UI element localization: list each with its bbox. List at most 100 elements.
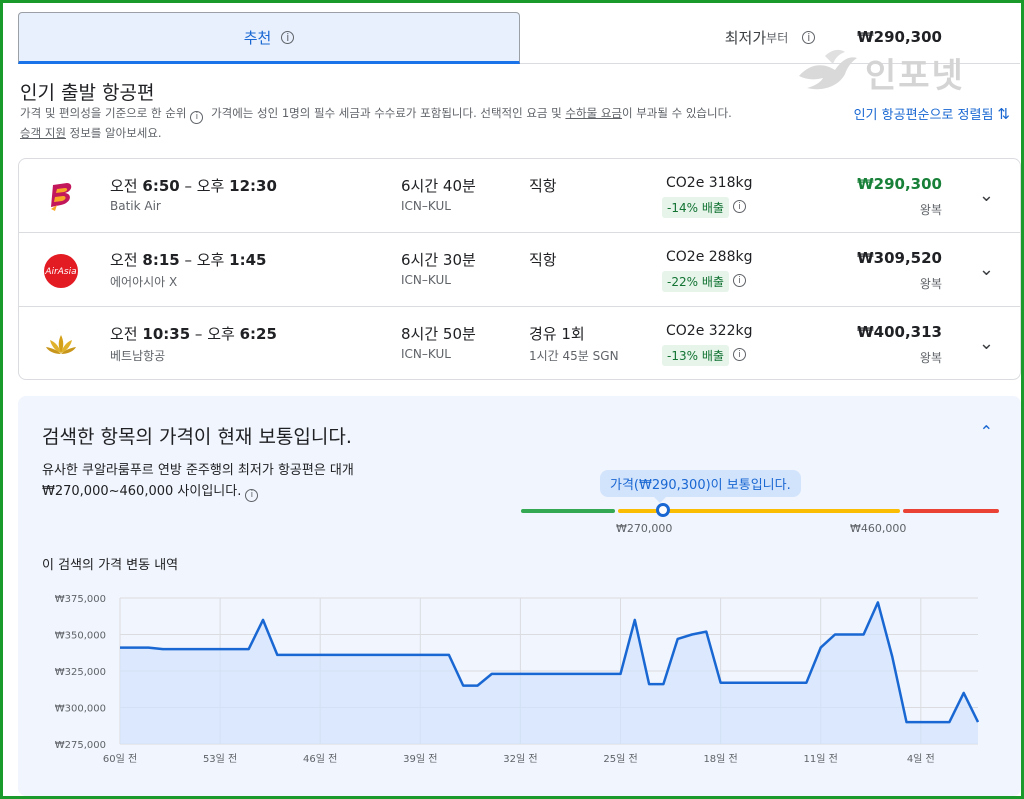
- price-level-bubble: 가격(₩290,300)이 보통입니다.: [600, 470, 801, 503]
- x-tick-label: 25일 전: [603, 753, 637, 765]
- watermark-text: 인포넷: [865, 55, 965, 96]
- am-label: 오전: [110, 177, 138, 195]
- co2-emission: CO2e 322kg: [666, 323, 753, 339]
- desc-text: 가격 및 편의성을 기준으로 한 순위: [20, 106, 187, 120]
- info-icon[interactable]: i: [733, 274, 746, 287]
- time-separator: –: [179, 177, 197, 195]
- y-tick-label: ₩325,000: [55, 667, 106, 678]
- stop-detail: 1시간 45분 SGN: [529, 349, 619, 363]
- svg-text:AirAsia: AirAsia: [44, 267, 76, 277]
- flight-row[interactable]: 오전 6:50 – 오후 12:30 Batik Air 6시간 40분 ICN…: [19, 159, 1020, 233]
- y-tick-label: ₩275,000: [55, 740, 106, 751]
- price-range-low-bar: [521, 509, 615, 513]
- range-high-label: ₩460,000: [850, 522, 907, 535]
- desc-text: 정보를 알아보세요.: [69, 126, 162, 140]
- current-price-marker: [656, 503, 670, 517]
- chevron-down-icon[interactable]: ⌄: [979, 259, 994, 280]
- flight-route: ICN–KUL: [401, 273, 451, 287]
- watermark-logo: 인포넷: [795, 46, 965, 98]
- info-icon[interactable]: i: [733, 348, 746, 361]
- tab-recommended[interactable]: 추천 i: [18, 12, 520, 64]
- x-tick-label: 32일 전: [503, 753, 537, 765]
- price-history-chart: ₩375,000 ₩350,000 ₩325,000 ₩300,000 ₩275,000…: [55, 594, 980, 765]
- y-tick-label: ₩375,000: [55, 594, 106, 605]
- chevron-down-icon[interactable]: ⌄: [979, 333, 994, 354]
- y-tick-label: ₩350,000: [55, 631, 106, 642]
- airasia-logo-icon: AirAsia: [44, 254, 78, 288]
- flight-time: 오전 8:15 – 오후 1:45: [110, 249, 266, 270]
- tab-cheapest-price: ₩290,300: [857, 28, 942, 46]
- price-history-title: 이 검색의 가격 변동 내역: [42, 558, 179, 573]
- co2-emission: CO2e 288kg: [666, 249, 753, 265]
- info-icon[interactable]: i: [190, 111, 204, 124]
- am-label: 오전: [110, 325, 138, 343]
- trip-type: 왕복: [919, 203, 942, 217]
- chevron-down-icon[interactable]: ⌄: [979, 185, 994, 206]
- airline-name: 에어아시아 X: [110, 275, 178, 289]
- baggage-fee-link[interactable]: 수하물 요금: [565, 106, 622, 120]
- arrival-time: 6:25: [239, 325, 277, 343]
- info-icon[interactable]: i: [802, 31, 816, 44]
- flight-row[interactable]: AirAsia 오전 8:15 – 오후 1:45 에어아시아 X 6시간 30…: [19, 233, 1020, 307]
- desc-text: 이 부과될 수 있습니다.: [621, 106, 732, 120]
- x-tick-label: 11일 전: [804, 753, 838, 765]
- price-insight-panel: 검색한 항목의 가격이 현재 보통입니다. ⌃ 유사한 쿠알라룸푸르 연방 준주…: [18, 396, 1021, 796]
- desc-text: 가격에는 성인 1명의 필수 세금과 수수료가 포함됩니다. 선택적인 요금 및: [211, 106, 562, 120]
- tab-cheapest-suffix: 부터: [766, 31, 789, 45]
- flight-row[interactable]: 오전 10:35 – 오후 6:25 베트남항공 8시간 50분 ICN–KUL…: [19, 307, 1020, 381]
- emission-badge: -13% 배출: [662, 345, 729, 366]
- vietnam-airlines-logo-icon: [46, 335, 76, 354]
- flight-route: ICN–KUL: [401, 347, 451, 361]
- y-tick-label: ₩300,000: [55, 704, 106, 715]
- pm-label: 오후: [207, 325, 235, 343]
- bird-watermark-icon: [799, 49, 857, 90]
- flight-price: ₩309,520: [857, 249, 942, 267]
- info-icon[interactable]: i: [245, 489, 259, 502]
- flight-duration: 8시간 50분: [401, 325, 476, 343]
- x-tick-label: 39일 전: [403, 753, 437, 765]
- flight-price: ₩400,313: [857, 323, 942, 341]
- airline-name: 베트남항공: [110, 349, 166, 363]
- tab-cheapest-label: 최저가: [724, 29, 767, 47]
- airline-name: Batik Air: [110, 199, 161, 213]
- tab-recommended-label: 추천: [243, 28, 272, 47]
- batik-air-logo-icon: [51, 183, 72, 211]
- emission-badge: -22% 배출: [662, 271, 729, 292]
- insight-desc-line: 유사한 쿠알라룸푸르 연방 준주행의 최저가 항공편은 대개: [42, 463, 354, 478]
- sort-button[interactable]: 인기 항공편순으로 정렬됨 ⇅: [853, 104, 1010, 124]
- pm-label: 오후: [196, 251, 225, 269]
- departure-time: 10:35: [142, 325, 191, 343]
- info-icon[interactable]: i: [733, 200, 746, 213]
- departure-time: 8:15: [142, 251, 180, 269]
- flight-stops: 직항: [529, 251, 557, 269]
- x-tick-label: 46일 전: [303, 753, 337, 765]
- x-tick-label: 60일 전: [103, 753, 137, 765]
- x-tick-label: 18일 전: [703, 753, 737, 765]
- time-separator: –: [179, 251, 197, 269]
- flight-route: ICN–KUL: [401, 199, 451, 213]
- trip-type: 왕복: [919, 277, 942, 291]
- chevron-up-icon[interactable]: ⌃: [980, 422, 993, 441]
- flight-list: 오전 6:50 – 오후 12:30 Batik Air 6시간 40분 ICN…: [18, 158, 1021, 380]
- insight-desc-line: ₩270,000~460,000 사이입니다.: [42, 484, 242, 499]
- pm-label: 오후: [196, 177, 225, 195]
- flight-stops: 직항: [529, 177, 557, 195]
- sort-label: 인기 항공편순으로 정렬됨: [853, 108, 994, 123]
- sort-arrows-icon: ⇅: [997, 104, 1010, 123]
- arrival-time: 12:30: [229, 177, 277, 195]
- co2-emission: CO2e 318kg: [666, 175, 753, 191]
- flight-duration: 6시간 30분: [401, 251, 476, 269]
- flight-time: 오전 10:35 – 오후 6:25: [110, 323, 277, 344]
- passenger-assistance-link[interactable]: 승객 지원: [20, 126, 66, 140]
- info-icon[interactable]: i: [281, 30, 295, 44]
- section-description: 가격 및 편의성을 기준으로 한 순위 i 가격에는 성인 1명의 필수 세금과 …: [20, 104, 820, 143]
- flight-stops: 경유 1회: [529, 325, 585, 343]
- trip-type: 왕복: [919, 351, 942, 365]
- price-insight-title: 검색한 항목의 가격이 현재 보통입니다.: [42, 426, 352, 448]
- arrival-time: 1:45: [229, 251, 267, 269]
- x-tick-label: 4일 전: [907, 753, 935, 765]
- section-title: 인기 출발 항공편: [20, 82, 155, 104]
- price-insight-description: 유사한 쿠알라룸푸르 연방 준주행의 최저가 항공편은 대개 ₩270,000~…: [42, 460, 442, 502]
- x-tick-label: 53일 전: [203, 753, 237, 765]
- flight-price: ₩290,300: [857, 175, 942, 193]
